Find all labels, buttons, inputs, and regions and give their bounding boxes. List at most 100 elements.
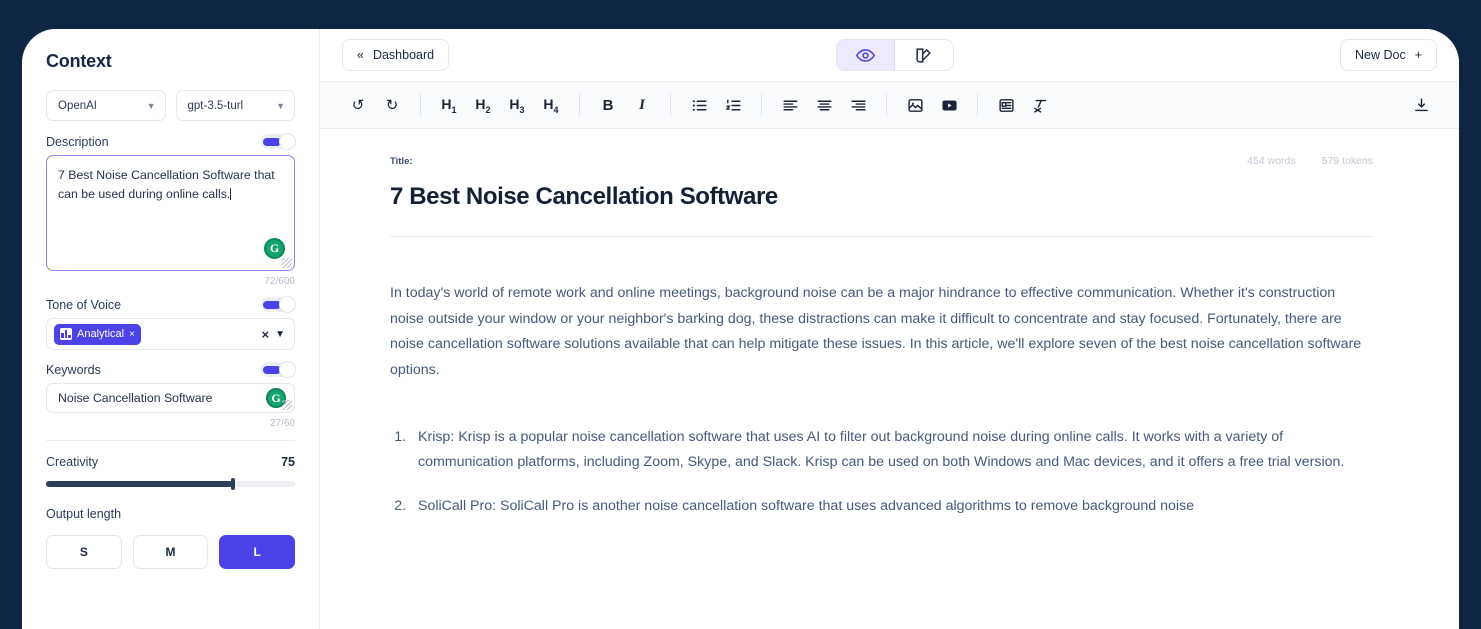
toggle-knob (279, 296, 296, 313)
tone-tag[interactable]: Analytical × (54, 324, 141, 345)
clear-format-icon[interactable] (1024, 89, 1056, 121)
title-field-label: Title: (390, 156, 413, 167)
description-counter: 72/600 (46, 276, 295, 287)
toggle-knob (279, 361, 296, 378)
undo-icon[interactable]: ↺ (342, 89, 374, 121)
toolbar-separator (670, 94, 671, 116)
video-icon (941, 97, 958, 114)
output-length-label: Output length (46, 507, 295, 521)
align-center-icon[interactable] (808, 89, 840, 121)
video-icon[interactable] (933, 89, 965, 121)
document-paragraph[interactable]: In today's world of remote work and onli… (390, 281, 1373, 383)
word-count: 454 words (1247, 155, 1295, 167)
align-center-icon (816, 97, 833, 114)
slider-thumb[interactable] (231, 478, 235, 490)
clear-icon[interactable]: × (262, 327, 270, 342)
align-left-icon[interactable] (774, 89, 806, 121)
italic-icon[interactable]: I (626, 89, 658, 121)
document-stats: 454 words 579 tokens (1247, 155, 1373, 167)
align-right-icon (850, 97, 867, 114)
resize-handle[interactable] (282, 400, 292, 410)
heading-1-icon[interactable]: H1 (433, 89, 465, 121)
list-item[interactable]: Krisp: Krisp is a popular noise cancella… (410, 425, 1373, 475)
image-icon[interactable] (899, 89, 931, 121)
new-doc-button[interactable]: New Doc + (1340, 39, 1437, 71)
numbered-list-icon (725, 97, 742, 114)
output-length-options: SML (46, 535, 295, 569)
keywords-counter: 27/60 (46, 418, 295, 429)
heading-3-icon[interactable]: H3 (501, 89, 533, 121)
description-input[interactable]: 7 Best Noise Cancellation Software that … (46, 155, 295, 271)
tone-header: Tone of Voice (46, 297, 295, 312)
bar-chart-icon (60, 328, 72, 340)
tone-toggle[interactable] (261, 297, 295, 312)
toolbar-separator (886, 94, 887, 116)
description-value: 7 Best Noise Cancellation Software that … (58, 168, 275, 201)
keywords-input[interactable]: Noise Cancellation Software G (46, 383, 295, 413)
title-divider (390, 236, 1373, 237)
creativity-label: Creativity (46, 455, 98, 469)
download-icon (1413, 97, 1430, 114)
provider-select-value: OpenAI (58, 100, 97, 112)
bullet-list-icon[interactable] (683, 89, 715, 121)
toolbar-separator (977, 94, 978, 116)
dashboard-button[interactable]: « Dashboard (342, 39, 449, 71)
numbered-list-icon[interactable] (717, 89, 749, 121)
creativity-header: Creativity 75 (46, 455, 295, 469)
download-icon[interactable] (1405, 89, 1437, 121)
resize-handle[interactable] (282, 258, 292, 268)
eye-icon (856, 46, 875, 65)
panel-title: Context (46, 51, 295, 72)
chevron-down-icon[interactable]: ▼ (275, 329, 285, 340)
bullet-list-icon (691, 97, 708, 114)
toggle-knob (279, 133, 296, 150)
theme-view-button[interactable] (895, 40, 953, 70)
output-length-l-button[interactable]: L (219, 535, 295, 569)
palette-icon (914, 46, 933, 65)
grammarly-icon[interactable]: G (264, 238, 285, 259)
plus-icon: + (1415, 48, 1422, 62)
slider-fill (46, 481, 233, 487)
bold-icon[interactable]: B (592, 89, 624, 121)
preview-view-button[interactable] (837, 40, 895, 70)
context-sidebar: Context OpenAI ▼ gpt-3.5-turl ▼ Descript… (22, 29, 320, 629)
card-icon (998, 97, 1015, 114)
creativity-slider[interactable] (46, 481, 295, 487)
tag-remove-icon[interactable]: × (129, 329, 135, 340)
tone-tag-label: Analytical (77, 328, 124, 340)
format-toolbar: ↺↻ H1H2H3H4 BI (320, 81, 1459, 129)
card-icon[interactable] (990, 89, 1022, 121)
editor-main: « Dashboard New Doc + (320, 29, 1459, 629)
toolbar-separator (579, 94, 580, 116)
model-selectors: OpenAI ▼ gpt-3.5-turl ▼ (46, 90, 295, 121)
redo-icon[interactable]: ↻ (376, 89, 408, 121)
app-window: Context OpenAI ▼ gpt-3.5-turl ▼ Descript… (22, 29, 1459, 629)
model-select[interactable]: gpt-3.5-turl ▼ (176, 90, 296, 121)
tone-label: Tone of Voice (46, 298, 121, 312)
output-length-m-button[interactable]: M (133, 535, 209, 569)
sidebar-divider (46, 440, 295, 441)
provider-select[interactable]: OpenAI ▼ (46, 90, 166, 121)
description-toggle[interactable] (261, 134, 295, 149)
document-canvas[interactable]: Title: 454 words 579 tokens 7 Best Noise… (320, 129, 1459, 629)
document-list[interactable]: Krisp: Krisp is a popular noise cancella… (390, 425, 1373, 519)
heading-2-icon[interactable]: H2 (467, 89, 499, 121)
keywords-toggle[interactable] (261, 362, 295, 377)
output-length-s-button[interactable]: S (46, 535, 122, 569)
tone-select[interactable]: Analytical × × ▼ (46, 318, 295, 350)
clear-format-icon (1032, 97, 1049, 114)
dashboard-label: Dashboard (373, 48, 434, 62)
description-label: Description (46, 135, 109, 149)
document-header: Title: 454 words 579 tokens (390, 155, 1373, 167)
align-right-icon[interactable] (842, 89, 874, 121)
document-title[interactable]: 7 Best Noise Cancellation Software (390, 183, 1373, 211)
heading-4-icon[interactable]: H4 (535, 89, 567, 121)
chevrons-left-icon: « (357, 48, 364, 62)
chevron-down-icon: ▼ (276, 101, 285, 111)
list-item[interactable]: SoliCall Pro: SoliCall Pro is another no… (410, 494, 1373, 519)
model-select-value: gpt-3.5-turl (188, 100, 244, 112)
keywords-value: Noise Cancellation Software (58, 391, 212, 405)
view-toggle (836, 39, 954, 71)
new-doc-label: New Doc (1355, 48, 1406, 62)
align-left-icon (782, 97, 799, 114)
